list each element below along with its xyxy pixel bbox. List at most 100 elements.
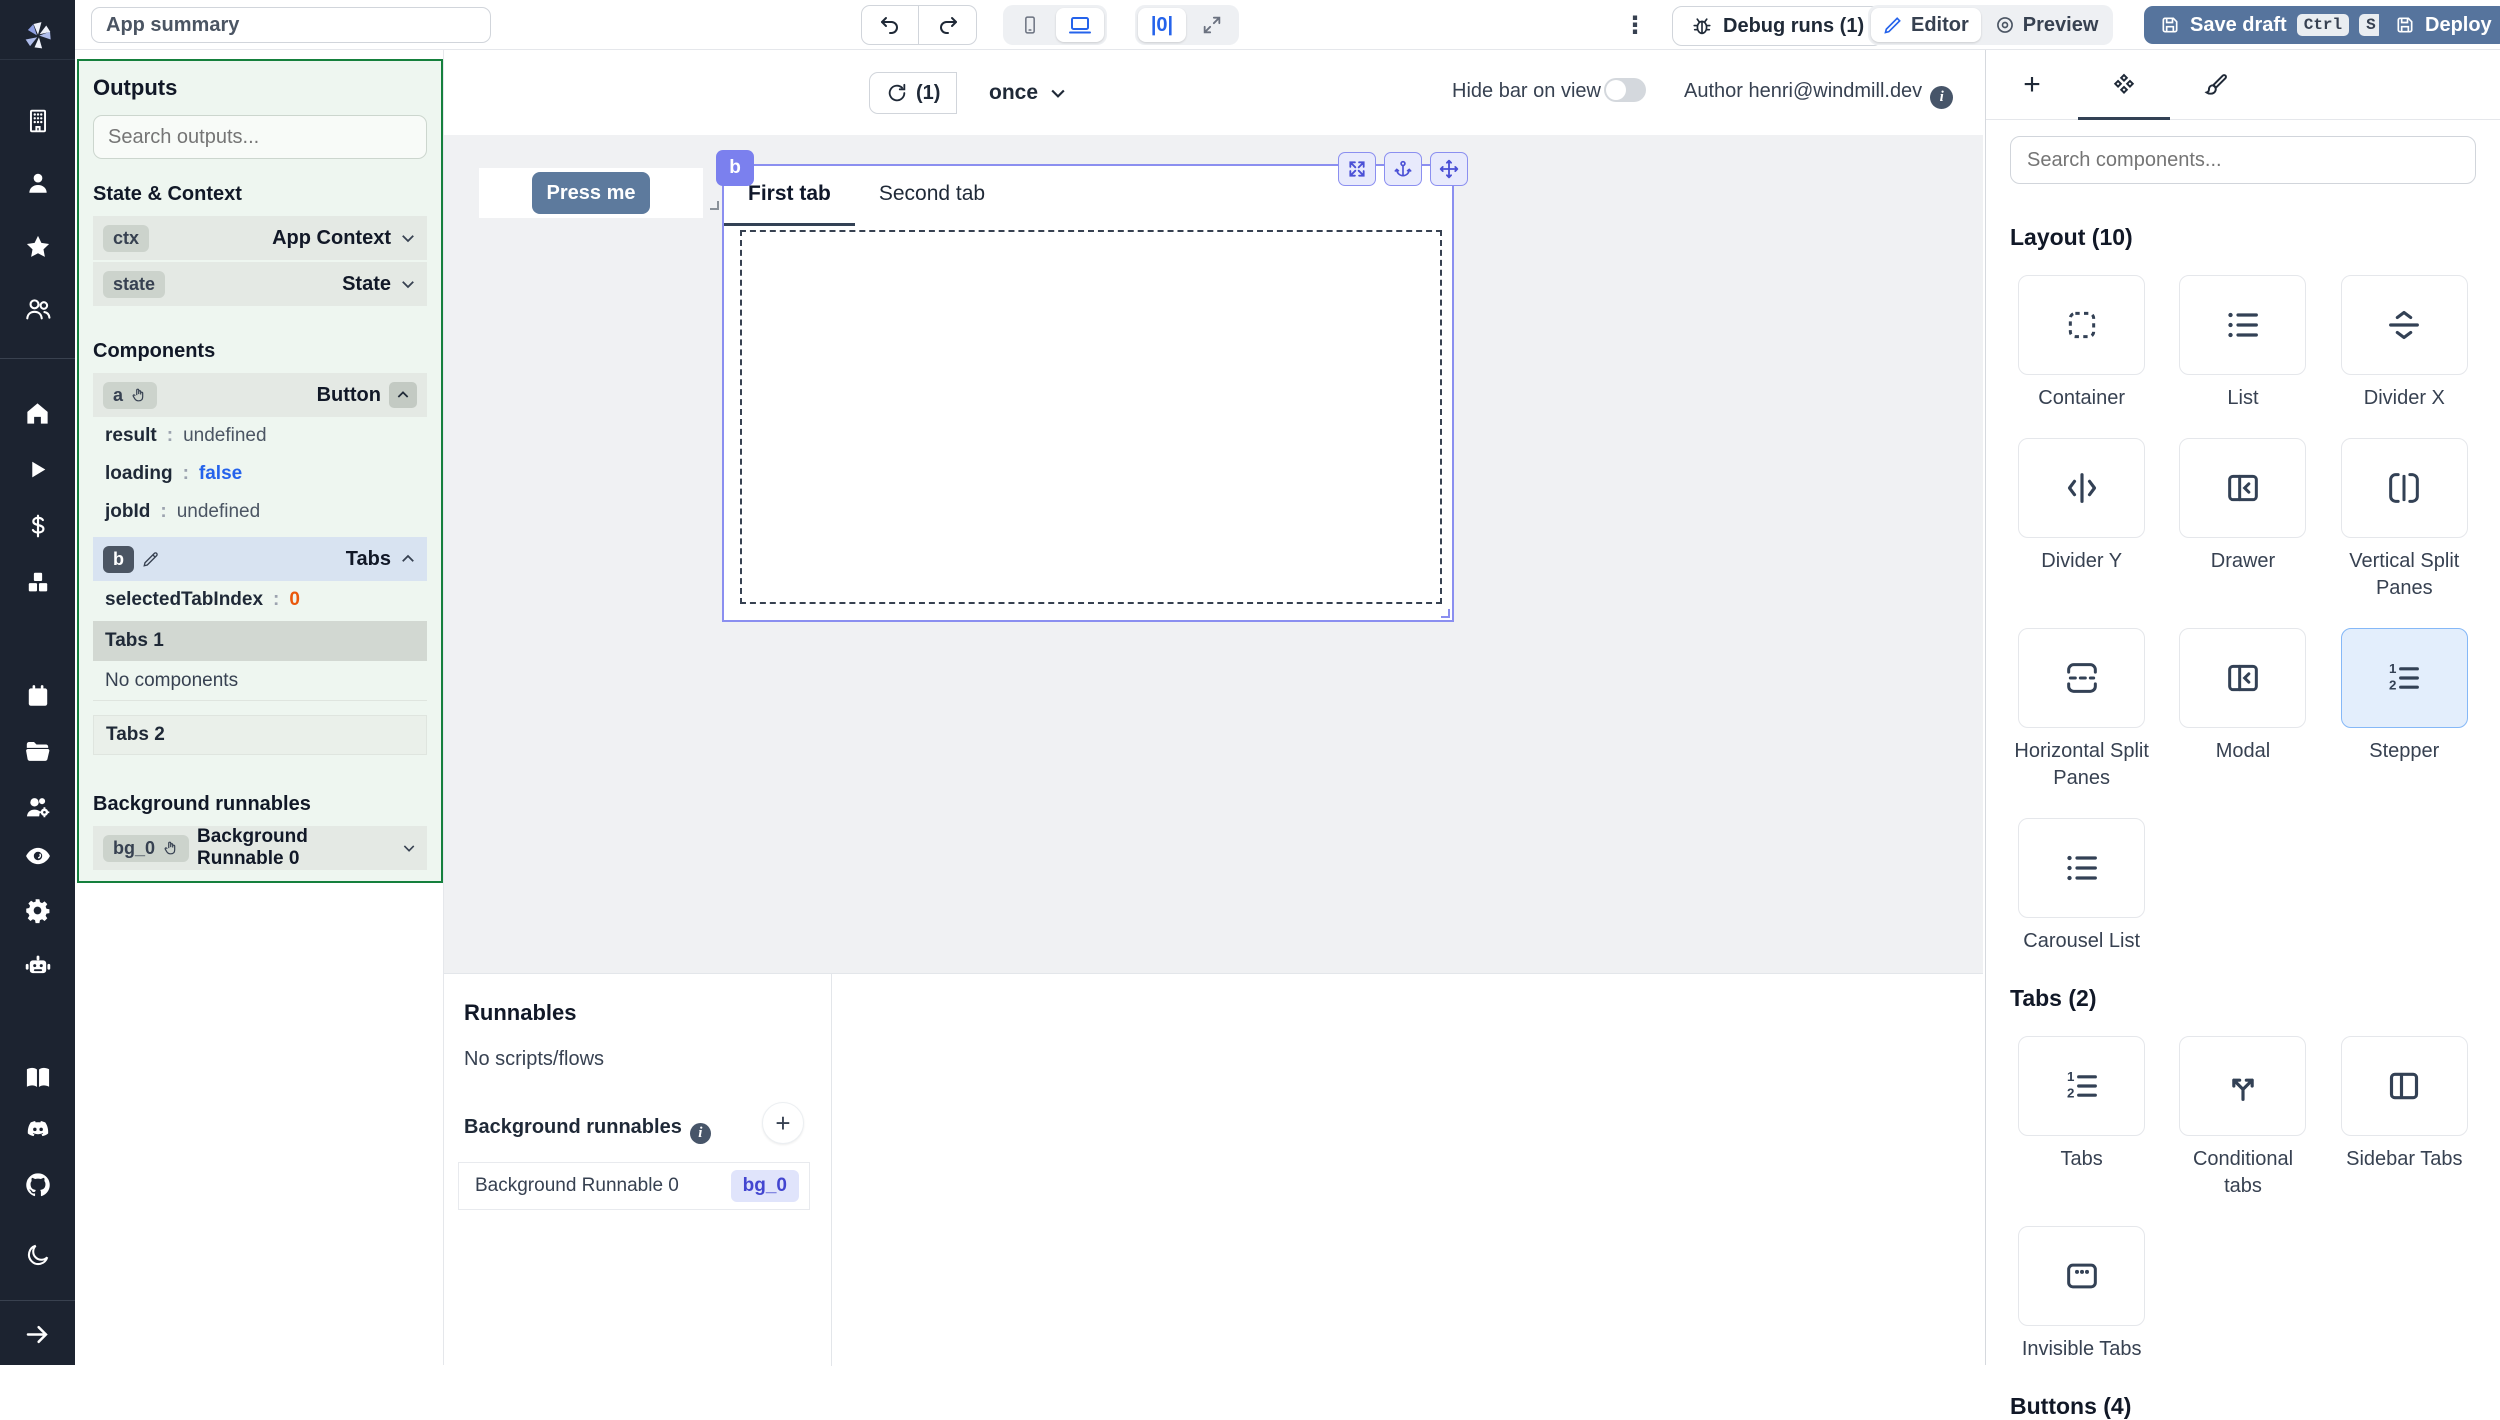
discord-icon[interactable] bbox=[0, 1108, 75, 1152]
windmill-logo bbox=[0, 12, 75, 60]
user-icon[interactable] bbox=[0, 161, 75, 205]
component-card-divider-x[interactable]: Divider X bbox=[2333, 275, 2476, 412]
components-tab[interactable] bbox=[2078, 50, 2170, 119]
carousel-list-icon bbox=[2066, 855, 2097, 881]
components-search-input[interactable] bbox=[2010, 136, 2476, 184]
collapse-a-button[interactable] bbox=[389, 382, 417, 408]
tabs1-header[interactable]: Tabs 1 bbox=[93, 621, 427, 661]
tabs-bar: First tab Second tab bbox=[724, 174, 1009, 226]
b-type: Tabs bbox=[345, 547, 391, 570]
component-b-tabs[interactable]: b First tab Second tab bbox=[716, 150, 1468, 622]
component-card-conditional-tabs[interactable]: Conditional tabs bbox=[2171, 1036, 2314, 1200]
dark-mode-moon-icon[interactable] bbox=[0, 1233, 75, 1277]
mobile-view-button[interactable] bbox=[1006, 8, 1054, 42]
edit-pencil-icon[interactable] bbox=[142, 550, 160, 568]
info-icon[interactable]: i bbox=[689, 1123, 711, 1144]
component-card-horizontal-split[interactable]: Horizontal Split Panes bbox=[2010, 628, 2153, 792]
chevron-down-icon[interactable] bbox=[401, 839, 417, 857]
billing-dollar-icon[interactable] bbox=[0, 504, 75, 548]
runnable-row[interactable]: Background Runnable 0 bg_0 bbox=[458, 1162, 810, 1210]
audit-eye-icon[interactable] bbox=[0, 834, 75, 878]
anchor-icon bbox=[1394, 160, 1412, 177]
component-card-stepper[interactable]: 12 Stepper bbox=[2333, 628, 2476, 792]
favorites-star-icon[interactable] bbox=[0, 225, 75, 269]
kebab-menu[interactable]: ⋮ bbox=[1620, 5, 1650, 45]
panel-divider[interactable] bbox=[831, 974, 832, 1366]
svg-text:2: 2 bbox=[2389, 678, 2396, 693]
a-type: Button bbox=[316, 383, 381, 406]
output-row-ctx[interactable]: ctx App Context bbox=[93, 216, 427, 260]
resize-corner[interactable] bbox=[1441, 609, 1450, 618]
expand-handle[interactable] bbox=[1338, 152, 1376, 186]
component-card-drawer[interactable]: Drawer bbox=[2171, 438, 2314, 602]
redo-button[interactable] bbox=[919, 5, 977, 45]
component-card-list[interactable]: List bbox=[2171, 275, 2314, 412]
output-row-a[interactable]: a Button bbox=[93, 373, 427, 417]
component-card-divider-y[interactable]: Divider Y bbox=[2010, 438, 2153, 602]
runs-play-icon[interactable] bbox=[0, 447, 75, 491]
debug-runs-button[interactable]: Debug runs (1) bbox=[1672, 6, 1884, 46]
expand-canvas-button[interactable] bbox=[1188, 8, 1236, 42]
outputs-search-input[interactable] bbox=[93, 115, 427, 159]
output-row-bg0[interactable]: bg_0 Background Runnable 0 bbox=[93, 826, 427, 870]
deploy-button[interactable]: Deploy bbox=[2379, 6, 2500, 44]
component-card-invisible-tabs[interactable]: Invisible Tabs bbox=[2010, 1226, 2153, 1363]
output-row-state[interactable]: state State bbox=[93, 262, 427, 306]
add-runnable-button[interactable]: + bbox=[762, 1102, 804, 1144]
tabs-drop-zone[interactable] bbox=[740, 230, 1442, 604]
center-canvas-button[interactable]: |0| bbox=[1138, 8, 1186, 42]
hide-bar-toggle[interactable] bbox=[1604, 78, 1646, 102]
github-icon[interactable] bbox=[0, 1163, 75, 1207]
active-tab-underline bbox=[2078, 117, 2170, 120]
second-tab[interactable]: Second tab bbox=[855, 174, 1009, 226]
settings-gear-icon[interactable] bbox=[0, 888, 75, 932]
move-handle[interactable] bbox=[1430, 152, 1468, 186]
app-summary-input[interactable] bbox=[91, 7, 491, 43]
undo-button[interactable] bbox=[861, 5, 919, 45]
b-badge: b bbox=[103, 545, 134, 573]
groups-icon[interactable] bbox=[0, 287, 75, 331]
workers-admin-icon[interactable] bbox=[0, 785, 75, 829]
save-draft-button[interactable]: Save draft Ctrl S bbox=[2144, 6, 2399, 44]
chevron-up-icon[interactable] bbox=[399, 550, 417, 568]
resize-corner[interactable] bbox=[710, 201, 719, 210]
component-card-container[interactable]: Container bbox=[2010, 275, 2153, 412]
ai-bot-icon[interactable] bbox=[0, 943, 75, 987]
refresh-button[interactable]: (1) bbox=[869, 72, 958, 114]
editor-tab[interactable]: Editor bbox=[1871, 8, 1981, 42]
docs-book-icon[interactable] bbox=[0, 1056, 75, 1100]
style-tab[interactable] bbox=[2170, 50, 2262, 119]
save-icon bbox=[2162, 17, 2178, 33]
schedules-calendar-icon[interactable] bbox=[0, 674, 75, 718]
desktop-view-button[interactable] bbox=[1056, 8, 1104, 42]
canvas-grid[interactable]: Press me b First tab Second tab bbox=[444, 135, 1983, 973]
info-icon[interactable]: i bbox=[1930, 86, 1954, 109]
component-card-sidebar-tabs[interactable]: Sidebar Tabs bbox=[2333, 1036, 2476, 1200]
output-row-b[interactable]: b Tabs bbox=[93, 537, 427, 581]
component-card-modal[interactable]: Modal bbox=[2171, 628, 2314, 792]
collapse-arrow-icon[interactable] bbox=[0, 1312, 75, 1356]
tabs-section-title: Tabs (2) bbox=[2010, 985, 2097, 1011]
device-toggle-group bbox=[1003, 5, 1107, 45]
component-a-cell[interactable]: Press me bbox=[479, 168, 703, 218]
workspace-building-icon[interactable] bbox=[0, 99, 75, 143]
home-icon[interactable] bbox=[0, 391, 75, 435]
component-card-carousel-list[interactable]: Carousel List bbox=[2010, 818, 2153, 955]
vertical-split-icon bbox=[2389, 473, 2420, 503]
anchor-handle[interactable] bbox=[1384, 152, 1422, 186]
tabs2-header[interactable]: Tabs 2 bbox=[93, 715, 427, 755]
folders-icon[interactable] bbox=[0, 729, 75, 773]
resources-boxes-icon[interactable] bbox=[0, 560, 75, 604]
stepper-icon: 12 bbox=[2389, 661, 2420, 693]
component-card-vertical-split[interactable]: Vertical Split Panes bbox=[2333, 438, 2476, 602]
add-tab[interactable]: + bbox=[1986, 50, 2078, 119]
sidebar-divider bbox=[0, 358, 75, 359]
first-tab[interactable]: First tab bbox=[724, 174, 855, 226]
schedule-select[interactable]: once bbox=[989, 72, 1068, 114]
preview-tab[interactable]: Preview bbox=[1983, 8, 2111, 42]
component-card-tabs[interactable]: 12 Tabs bbox=[2010, 1036, 2153, 1200]
press-me-button[interactable]: Press me bbox=[532, 172, 650, 214]
chevron-down-icon[interactable] bbox=[399, 275, 417, 293]
chevron-down-icon[interactable] bbox=[399, 229, 417, 247]
kbd-ctrl: Ctrl bbox=[2296, 14, 2350, 36]
